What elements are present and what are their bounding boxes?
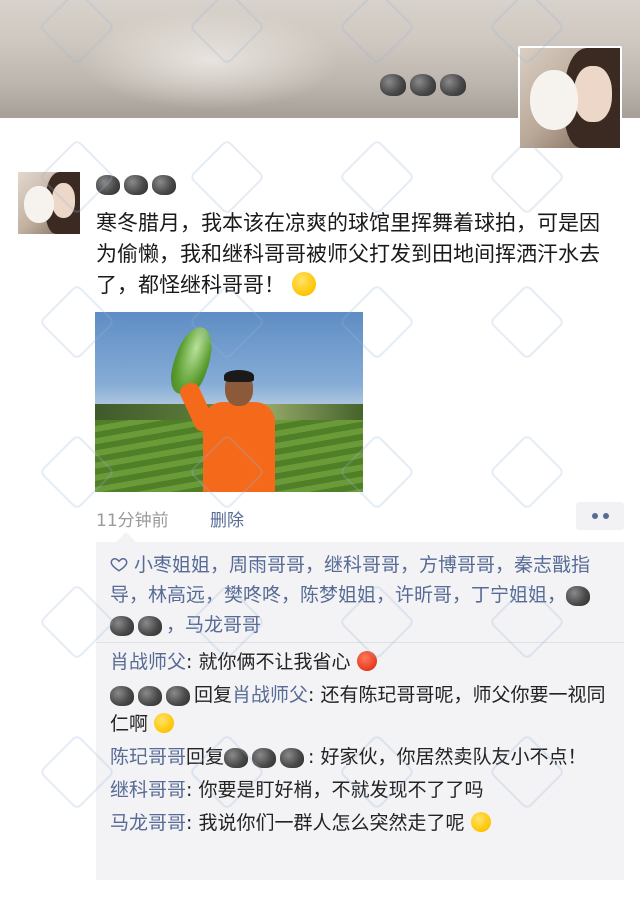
watermark-icon bbox=[188, 138, 266, 216]
person-body bbox=[203, 402, 275, 492]
rock-icon bbox=[566, 585, 591, 606]
likes-names[interactable]: 小枣姐姐，周雨哥哥，继科哥哥，方博哥哥，秦志戬指导，林高远，樊咚咚，陈梦姐姐，许… bbox=[110, 554, 590, 606]
crying-face-icon bbox=[154, 713, 175, 733]
comment-text: 就你俩不让我省心 bbox=[198, 651, 351, 673]
comment-sep: : bbox=[308, 746, 321, 768]
likes-divider bbox=[96, 642, 624, 643]
more-actions-button[interactable] bbox=[576, 502, 624, 530]
avatar-face bbox=[51, 183, 76, 218]
post-author-name[interactable] bbox=[96, 174, 180, 195]
comments-list: 肖战师父: 就你俩不让我省心 回复肖战师父: 还有陈玘哥哥呢，师父你要一视同仁啊… bbox=[110, 648, 618, 842]
comment-item[interactable]: 回复肖战师父: 还有陈玘哥哥呢，师父你要一视同仁啊 bbox=[110, 681, 618, 739]
rock-icon bbox=[252, 747, 277, 768]
rock-icon bbox=[152, 174, 176, 195]
comment-author[interactable]: 继科哥哥 bbox=[110, 779, 186, 801]
rock-icon bbox=[280, 747, 305, 768]
laughing-crying-face-icon bbox=[470, 812, 491, 832]
comment-text: 你要是盯好梢，不就发现不了了吗 bbox=[198, 779, 484, 801]
rock-icon bbox=[166, 685, 190, 706]
comment-sep: : bbox=[186, 779, 199, 801]
rock-icon bbox=[410, 74, 436, 96]
avatar-face bbox=[574, 66, 612, 122]
comment-item[interactable]: 陈玘哥哥回复: 好家伙，你居然卖队友小不点！ bbox=[110, 743, 618, 772]
post-text-content: 寒冬腊月，我本该在凉爽的球馆里挥舞着球拍，可是因为偷懒，我和继科哥哥被师父打发到… bbox=[96, 211, 600, 297]
comment-item[interactable]: 肖战师父: 就你俩不让我省心 bbox=[110, 648, 618, 677]
comment-item[interactable]: 继科哥哥: 你要是盯好梢，不就发现不了了吗 bbox=[110, 776, 618, 805]
rock-icon bbox=[96, 174, 120, 195]
more-dot-icon bbox=[591, 513, 598, 519]
comment-box: 小枣姐姐，周雨哥哥，继科哥哥，方博哥哥，秦志戬指导，林高远，樊咚咚，陈梦姐姐，许… bbox=[96, 532, 624, 880]
rock-icon bbox=[110, 685, 134, 706]
avatar-dog bbox=[24, 185, 54, 223]
likes-list: 小枣姐姐，周雨哥哥，继科哥哥，方博哥哥，秦志戬指导，林高远，樊咚咚，陈梦姐姐，许… bbox=[110, 550, 618, 640]
rock-icon bbox=[124, 174, 148, 195]
comment-sep: : bbox=[186, 651, 199, 673]
watermark-icon bbox=[488, 433, 566, 511]
post-text: 寒冬腊月，我本该在凉爽的球馆里挥舞着球拍，可是因为偷懒，我和继科哥哥被师父打发到… bbox=[96, 208, 616, 301]
reply-to-name[interactable]: 肖战师父 bbox=[232, 684, 308, 706]
likes-tail-name[interactable]: ，马龙哥哥 bbox=[166, 614, 261, 636]
rock-icon bbox=[138, 615, 162, 636]
comment-text: 好家伙，你居然卖队友小不点！ bbox=[320, 746, 587, 768]
comment-text: 我说你们一群人怎么突然走了呢 bbox=[198, 812, 465, 834]
post-photo[interactable] bbox=[95, 312, 363, 492]
post-time: 11分钟前 bbox=[96, 511, 169, 531]
rock-icon bbox=[110, 615, 134, 636]
rock-icon bbox=[440, 74, 466, 96]
comment-sep: : bbox=[186, 812, 199, 834]
comment-sep: : bbox=[308, 684, 321, 706]
avatar-dog bbox=[530, 70, 578, 130]
reply-word: 回复 bbox=[194, 684, 233, 706]
person-hair bbox=[224, 370, 254, 382]
comment-item[interactable]: 马龙哥哥: 我说你们一群人怎么突然走了呢 bbox=[110, 809, 618, 838]
heart-icon bbox=[110, 557, 128, 572]
reply-word: 回复 bbox=[186, 746, 225, 768]
watermark-icon bbox=[338, 138, 416, 216]
post-author-avatar[interactable] bbox=[18, 172, 80, 234]
more-dot-icon bbox=[602, 513, 609, 519]
comment-author[interactable]: 肖战师父 bbox=[110, 651, 186, 673]
delete-button[interactable]: 删除 bbox=[210, 506, 244, 531]
profile-avatar[interactable] bbox=[518, 46, 622, 150]
watermark-icon bbox=[488, 138, 566, 216]
comment-author[interactable]: 陈玘哥哥 bbox=[110, 746, 186, 768]
angry-face-emoji-icon bbox=[291, 272, 316, 296]
cover-username-rocks bbox=[380, 74, 470, 96]
angry-red-face-icon bbox=[356, 651, 377, 671]
rock-icon bbox=[380, 74, 406, 96]
comment-author[interactable]: 马龙哥哥 bbox=[110, 812, 186, 834]
rock-icon bbox=[224, 747, 249, 768]
rock-icon bbox=[138, 685, 162, 706]
